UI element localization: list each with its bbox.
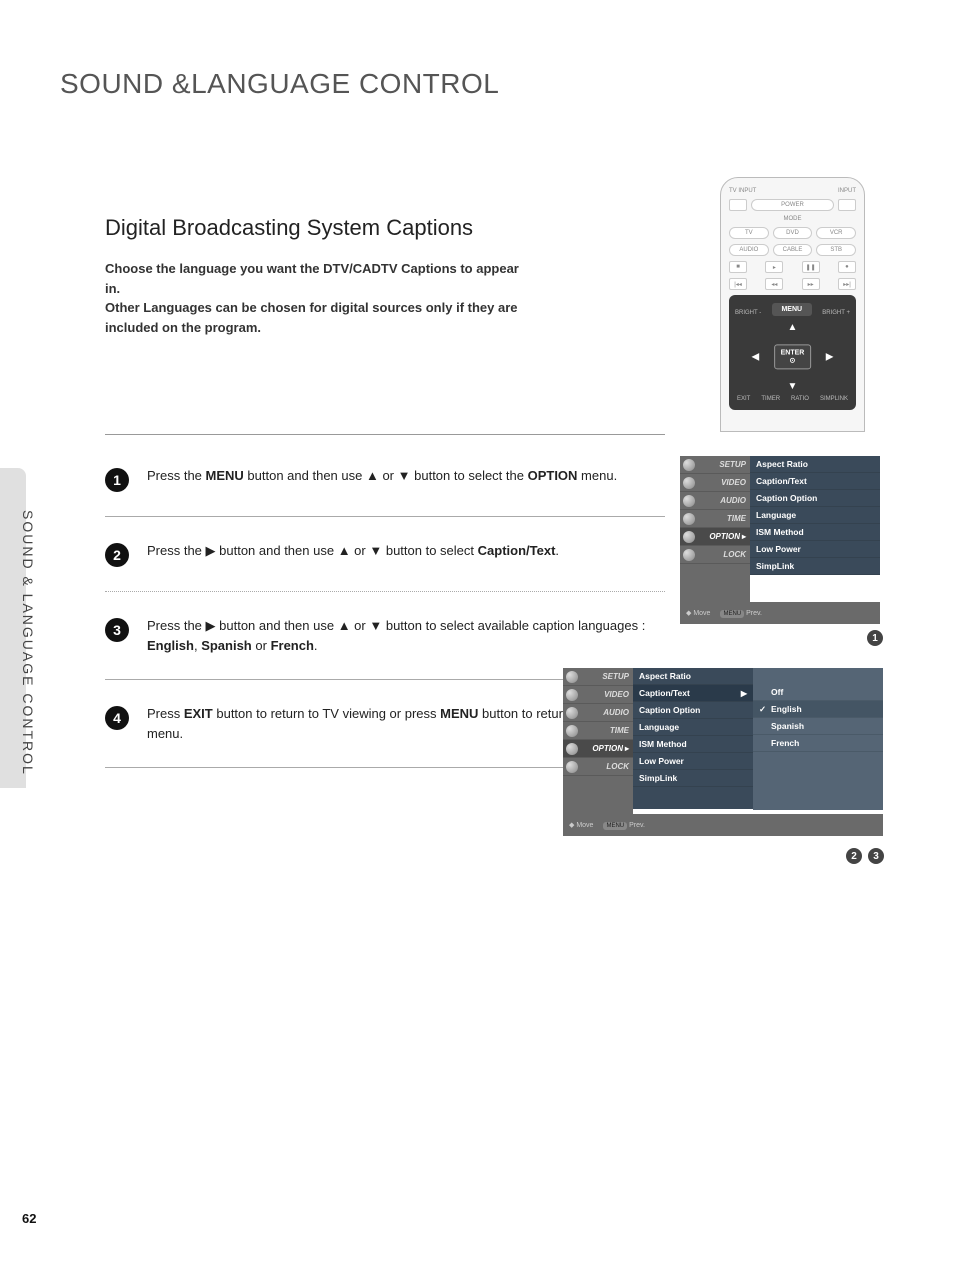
- osd2-item-caption-option: Caption Option: [633, 702, 753, 719]
- intro-line-1: Choose the language you want the DTV/CAD…: [105, 261, 519, 296]
- osd2-sub-spanish: Spanish: [753, 718, 883, 735]
- remote-menu-button[interactable]: MENU: [772, 303, 812, 316]
- remote-enter-button[interactable]: ENTER⊙: [774, 344, 812, 369]
- remote-mode-label: MODE: [784, 216, 802, 222]
- remote-stb-button[interactable]: STB: [816, 244, 856, 256]
- remote-input-label: INPUT: [838, 188, 856, 194]
- remote-simplink-button[interactable]: SIMPLINK: [820, 396, 848, 402]
- remote-skip-fwd-button[interactable]: ▸▸|: [838, 278, 856, 290]
- osd2-cat-time: TIME: [563, 722, 633, 740]
- step-bullet-4: 4: [105, 706, 129, 730]
- step-1: 1 Press the MENU button and then use ▲ o…: [105, 466, 665, 517]
- section-intro: Choose the language you want the DTV/CAD…: [105, 259, 525, 337]
- osd1-footer: ◆ Move MENU Prev.: [680, 602, 880, 624]
- remote-cable-button[interactable]: CABLE: [773, 244, 813, 256]
- osd-screenshot-2: SETUP VIDEO AUDIO TIME OPTION LOCK Aspec…: [563, 668, 883, 836]
- remote-vcr-button[interactable]: VCR: [816, 227, 856, 239]
- step-bullet-2: 2: [105, 543, 129, 567]
- osd1-item-low-power: Low Power: [750, 541, 880, 558]
- remote-tv-input-label: TV INPUT: [729, 188, 756, 194]
- osd-screenshot-1: SETUP VIDEO AUDIO TIME OPTION LOCK Aspec…: [680, 456, 880, 624]
- remote-audio-button[interactable]: AUDIO: [729, 244, 769, 256]
- reference-badges-2-3: 2 3: [846, 848, 884, 864]
- remote-timer-button[interactable]: TIMER: [761, 396, 780, 402]
- osd2-footer: ◆ Move MENU Prev.: [563, 814, 883, 836]
- remote-up-button[interactable]: ▲: [788, 322, 798, 333]
- step-text-1: Press the MENU button and then use ▲ or …: [147, 466, 617, 486]
- step-bullet-3: 3: [105, 618, 129, 642]
- remote-pause-button[interactable]: ❚❚: [802, 261, 820, 273]
- remote-tv-input-button[interactable]: [729, 199, 747, 211]
- osd1-item-language: Language: [750, 507, 880, 524]
- remote-nav-area: BRIGHT - MENU BRIGHT + ▲ ▼ ◀ ▶ ENTER⊙ EX…: [729, 295, 856, 410]
- remote-exit-button[interactable]: EXIT: [737, 396, 750, 402]
- remote-stop-button[interactable]: ■: [729, 261, 747, 273]
- remote-right-button[interactable]: ▶: [826, 352, 834, 363]
- intro-line-2: Other Languages can be chosen for digita…: [105, 300, 518, 335]
- osd2-item-simplink: SimpLink: [633, 770, 753, 787]
- osd1-item-caption-option: Caption Option: [750, 490, 880, 507]
- osd2-item-caption-text: Caption/Text▶: [633, 685, 753, 702]
- step-text-2: Press the ▶ button and then use ▲ or ▼ b…: [147, 541, 559, 561]
- osd2-categories: SETUP VIDEO AUDIO TIME OPTION LOCK: [563, 668, 633, 814]
- osd2-items: Aspect Ratio Caption/Text▶ Caption Optio…: [633, 668, 753, 809]
- remote-down-button[interactable]: ▼: [788, 381, 798, 392]
- remote-rec-button[interactable]: ●: [838, 261, 856, 273]
- remote-rewind-button[interactable]: ◂◂: [765, 278, 783, 290]
- step-bullet-1: 1: [105, 468, 129, 492]
- osd1-item-simplink: SimpLink: [750, 558, 880, 575]
- remote-ratio-button[interactable]: RATIO: [791, 396, 809, 402]
- reference-badge-3: 3: [868, 848, 884, 864]
- osd1-cat-audio: AUDIO: [680, 492, 750, 510]
- remote-bright-minus[interactable]: BRIGHT -: [735, 310, 761, 316]
- osd2-cat-video: VIDEO: [563, 686, 633, 704]
- osd2-item-low-power: Low Power: [633, 753, 753, 770]
- sidebar-section-label: SOUND & LANGUAGE CONTROL: [20, 510, 36, 776]
- osd1-categories: SETUP VIDEO AUDIO TIME OPTION LOCK: [680, 456, 750, 602]
- section: Digital Broadcasting System Captions Cho…: [105, 215, 665, 337]
- page-number: 62: [22, 1211, 36, 1226]
- page-title: SOUND &LANGUAGE CONTROL: [60, 68, 499, 100]
- osd2-cat-setup: SETUP: [563, 668, 633, 686]
- remote-tv-button[interactable]: TV: [729, 227, 769, 239]
- remote-play-button[interactable]: ▸: [765, 261, 783, 273]
- osd1-item-aspect-ratio: Aspect Ratio: [750, 456, 880, 473]
- osd1-item-ism-method: ISM Method: [750, 524, 880, 541]
- divider: [105, 434, 665, 435]
- osd2-sub-english: English: [753, 701, 883, 718]
- remote-input-button[interactable]: [838, 199, 856, 211]
- section-title: Digital Broadcasting System Captions: [105, 215, 665, 241]
- osd1-cat-option: OPTION: [680, 528, 750, 546]
- osd2-submenu: Off English Spanish French: [753, 668, 883, 810]
- osd2-cat-option: OPTION: [563, 740, 633, 758]
- remote-skip-back-button[interactable]: |◂◂: [729, 278, 747, 290]
- osd1-items: Aspect Ratio Caption/Text Caption Option…: [750, 456, 880, 575]
- remote-dvd-button[interactable]: DVD: [773, 227, 813, 239]
- osd1-cat-video: VIDEO: [680, 474, 750, 492]
- osd1-cat-lock: LOCK: [680, 546, 750, 564]
- osd2-cat-lock: LOCK: [563, 758, 633, 776]
- osd1-item-caption-text: Caption/Text: [750, 473, 880, 490]
- reference-badge-1: 1: [867, 630, 883, 646]
- remote-illustration: TV INPUT INPUT POWER MODE TV DVD VCR AUD…: [720, 177, 865, 432]
- osd2-item-ism-method: ISM Method: [633, 736, 753, 753]
- remote-power-button[interactable]: POWER: [751, 199, 834, 211]
- step-text-3: Press the ▶ button and then use ▲ or ▼ b…: [147, 616, 665, 655]
- osd2-cat-audio: AUDIO: [563, 704, 633, 722]
- osd2-item-aspect-ratio: Aspect Ratio: [633, 668, 753, 685]
- remote-left-button[interactable]: ◀: [752, 352, 760, 363]
- osd2-sub-french: French: [753, 735, 883, 752]
- remote-bright-plus[interactable]: BRIGHT +: [822, 310, 850, 316]
- osd2-sub-off: Off: [753, 684, 883, 701]
- remote-dpad: ▲ ▼ ◀ ▶ ENTER⊙: [748, 322, 838, 392]
- step-2: 2 Press the ▶ button and then use ▲ or ▼…: [105, 541, 665, 592]
- osd2-item-language: Language: [633, 719, 753, 736]
- remote-fast-forward-button[interactable]: ▸▸: [802, 278, 820, 290]
- osd1-cat-setup: SETUP: [680, 456, 750, 474]
- reference-badge-2: 2: [846, 848, 862, 864]
- osd1-cat-time: TIME: [680, 510, 750, 528]
